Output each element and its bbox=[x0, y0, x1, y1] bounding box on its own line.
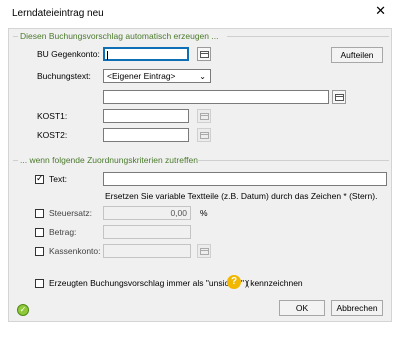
calendar-list-icon bbox=[335, 94, 344, 101]
window-title: Lerndateieintrag neu bbox=[12, 8, 104, 19]
question-icon: ? bbox=[227, 275, 241, 289]
kassenkonto-input bbox=[103, 244, 191, 258]
bu-gegenkonto-picker-button[interactable] bbox=[197, 47, 211, 61]
text-checkbox[interactable]: ✓ bbox=[35, 173, 44, 184]
buchungstext-label: Buchungstext: bbox=[37, 71, 91, 81]
dialog-body: Diesen Buchungsvorschlag automatisch erz… bbox=[8, 28, 392, 322]
green-status-icon[interactable]: ✓ bbox=[17, 304, 29, 316]
kost2-picker-button bbox=[197, 128, 211, 142]
kassenkonto-checkbox[interactable] bbox=[35, 247, 44, 256]
ok-button[interactable]: OK bbox=[279, 300, 325, 316]
kassenkonto-label: Kassenkonto: bbox=[49, 246, 101, 256]
buchungstext-input[interactable] bbox=[103, 90, 329, 104]
kost2-label: KOST2: bbox=[37, 130, 68, 140]
kost1-input[interactable] bbox=[103, 109, 189, 123]
steuersatz-input: 0,00 bbox=[103, 206, 191, 220]
section-rule bbox=[13, 160, 18, 161]
steuersatz-label: Steuersatz: bbox=[49, 208, 92, 218]
kassenkonto-picker-button bbox=[197, 244, 211, 258]
stern-hint: Ersetzen Sie variable Textteile (z.B. Da… bbox=[105, 191, 378, 201]
buchungstext-selected: <Eigener Eintrag> bbox=[107, 71, 176, 81]
dialog: Lerndateieintrag neu ✕ Diesen Buchungsvo… bbox=[0, 0, 400, 340]
betrag-checkbox[interactable] bbox=[35, 228, 44, 237]
bu-gegenkonto-input[interactable] bbox=[103, 47, 189, 61]
kost1-label: KOST1: bbox=[37, 111, 68, 121]
section-rule bbox=[197, 160, 389, 161]
chevron-down-icon: ⌄ bbox=[199, 72, 206, 81]
section-rule bbox=[227, 36, 389, 37]
text-caret bbox=[107, 51, 108, 60]
abbrechen-button[interactable]: Abbrechen bbox=[331, 300, 383, 316]
text-label: Text: bbox=[49, 174, 67, 184]
unsicher-label-pre: Erzeugten Buchungsvorschlag immer als "u… bbox=[49, 278, 250, 288]
section-rule bbox=[13, 36, 18, 37]
kost1-picker-button bbox=[197, 109, 211, 123]
betrag-label: Betrag: bbox=[49, 227, 77, 237]
buchungstext-select[interactable]: <Eigener Eintrag> ⌄ bbox=[103, 69, 211, 83]
close-icon[interactable]: ✕ bbox=[375, 4, 386, 17]
section-title-1: Diesen Buchungsvorschlag automatisch erz… bbox=[20, 31, 219, 41]
betrag-input bbox=[103, 225, 191, 239]
aufteilen-button[interactable]: Aufteilen bbox=[331, 47, 383, 63]
calendar-list-icon bbox=[200, 248, 209, 255]
text-input[interactable] bbox=[103, 172, 387, 186]
section-title-2: ... wenn folgende Zuordnungskriterien zu… bbox=[20, 155, 198, 165]
calendar-list-icon bbox=[200, 132, 209, 139]
unsicher-label-post: ) kennzeichnen bbox=[245, 278, 303, 288]
unsicher-checkbox[interactable] bbox=[35, 279, 44, 288]
buchungstext-picker-button[interactable] bbox=[332, 90, 346, 104]
steuersatz-checkbox[interactable] bbox=[35, 209, 44, 218]
kost2-input[interactable] bbox=[103, 128, 189, 142]
checkmark-icon: ✓ bbox=[36, 173, 44, 183]
calendar-list-icon bbox=[200, 51, 209, 58]
bu-gegenkonto-label: BU Gegenkonto: bbox=[37, 49, 100, 59]
calendar-list-icon bbox=[200, 113, 209, 120]
percent-sign: % bbox=[200, 208, 208, 218]
